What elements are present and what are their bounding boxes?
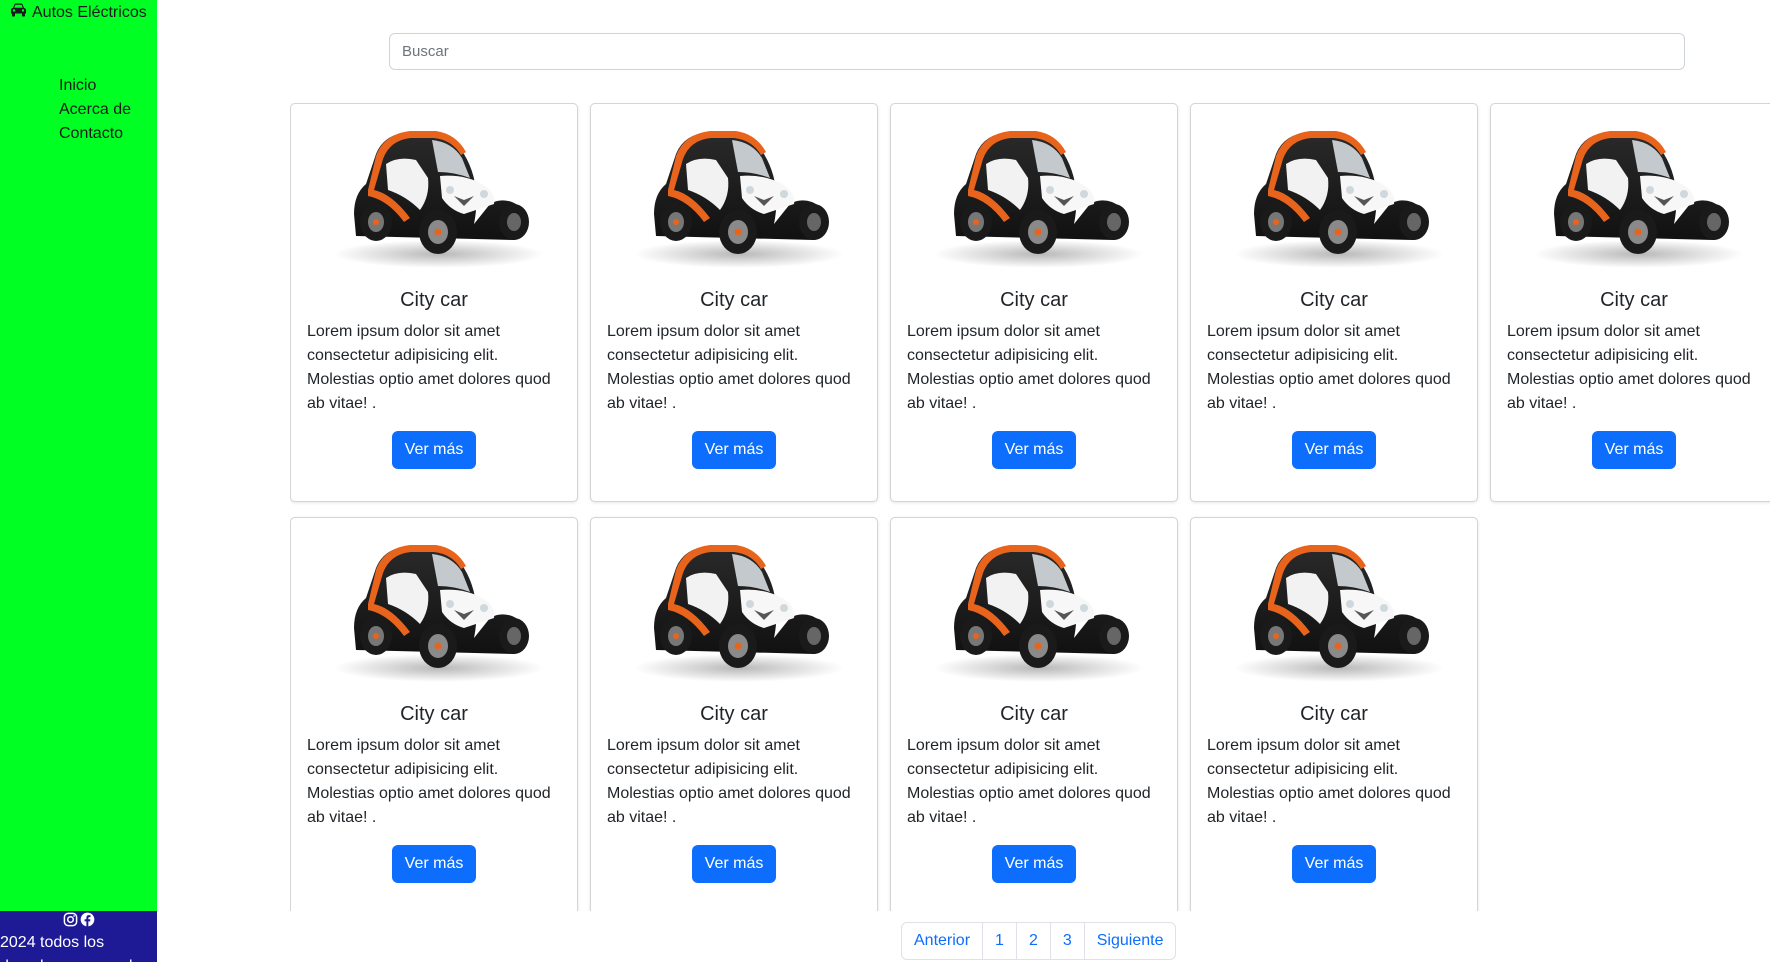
- ver-mas-button[interactable]: Ver más: [1591, 431, 1677, 469]
- card-title: City car: [1300, 703, 1368, 725]
- car-card: City car Lorem ipsum dolor sit amet cons…: [890, 103, 1178, 502]
- sidebar-nav: Inicio Acerca de Contacto: [59, 74, 131, 146]
- card-title: City car: [400, 289, 468, 311]
- ver-mas-button[interactable]: Ver más: [1291, 431, 1377, 469]
- car-card: City car Lorem ipsum dolor sit amet cons…: [1490, 103, 1770, 502]
- ver-mas-button[interactable]: Ver más: [391, 845, 477, 883]
- card-title: City car: [1000, 703, 1068, 725]
- ver-mas-button[interactable]: Ver más: [1291, 845, 1377, 883]
- card-text: Lorem ipsum dolor sit amet consectetur a…: [1207, 323, 1451, 412]
- pagination-page-2[interactable]: 2: [1015, 922, 1051, 960]
- ver-mas-button[interactable]: Ver más: [691, 845, 777, 883]
- car-image: [1234, 545, 1444, 682]
- card-text: Lorem ipsum dolor sit amet consectetur a…: [307, 737, 551, 826]
- pagination-prev[interactable]: Anterior: [901, 922, 984, 960]
- card-title: City car: [1600, 289, 1668, 311]
- brand-label: Autos Eléctricos: [32, 3, 147, 21]
- car-card-grid: City car Lorem ipsum dolor sit amet cons…: [290, 103, 1770, 911]
- pagination-next[interactable]: Siguiente: [1083, 922, 1177, 960]
- car-image: [634, 131, 844, 268]
- car-card: City car Lorem ipsum dolor sit amet cons…: [290, 517, 578, 911]
- car-image: [934, 545, 1144, 682]
- car-image: [1534, 131, 1744, 268]
- copyright-text: 2024 todos los derechos reservados: [0, 934, 149, 962]
- car-card: City car Lorem ipsum dolor sit amet cons…: [290, 103, 578, 502]
- car-card: City car Lorem ipsum dolor sit amet cons…: [1190, 517, 1478, 911]
- card-text: Lorem ipsum dolor sit amet consectetur a…: [907, 323, 1151, 412]
- card-text: Lorem ipsum dolor sit amet consectetur a…: [1507, 323, 1751, 412]
- card-text: Lorem ipsum dolor sit amet consectetur a…: [907, 737, 1151, 826]
- pagination-page-1[interactable]: 1: [982, 922, 1017, 960]
- search-input[interactable]: [389, 33, 1685, 70]
- car-card: City car Lorem ipsum dolor sit amet cons…: [890, 517, 1178, 911]
- instagram-icon[interactable]: [63, 912, 78, 932]
- card-title: City car: [1300, 289, 1368, 311]
- nav-item-contacto[interactable]: Contacto: [59, 122, 131, 146]
- ver-mas-button[interactable]: Ver más: [991, 845, 1077, 883]
- car-card: City car Lorem ipsum dolor sit amet cons…: [590, 103, 878, 502]
- car-card: City car Lorem ipsum dolor sit amet cons…: [1190, 103, 1478, 502]
- nav-item-inicio[interactable]: Inicio: [59, 74, 131, 98]
- card-title: City car: [1000, 289, 1068, 311]
- car-image: [934, 131, 1144, 268]
- car-image: [634, 545, 844, 682]
- card-title: City car: [400, 703, 468, 725]
- sidebar: Autos Eléctricos Inicio Acerca de Contac…: [0, 0, 157, 962]
- card-text: Lorem ipsum dolor sit amet consectetur a…: [607, 323, 851, 412]
- facebook-icon[interactable]: [80, 912, 95, 932]
- car-image: [334, 545, 544, 682]
- card-text: Lorem ipsum dolor sit amet consectetur a…: [607, 737, 851, 826]
- ver-mas-button[interactable]: Ver más: [691, 431, 777, 469]
- car-image: [1234, 131, 1444, 268]
- sidebar-footer: 2024 todos los derechos reservados: [0, 911, 157, 962]
- pagination-page-3[interactable]: 3: [1049, 922, 1085, 960]
- car-icon: [10, 3, 27, 22]
- card-title: City car: [700, 289, 768, 311]
- card-text: Lorem ipsum dolor sit amet consectetur a…: [307, 323, 551, 412]
- pagination: Anterior 1 2 3 Siguiente: [901, 922, 1177, 960]
- social-links: [0, 911, 157, 931]
- nav-item-acerca-de[interactable]: Acerca de: [59, 98, 131, 122]
- ver-mas-button[interactable]: Ver más: [991, 431, 1077, 469]
- car-card: City car Lorem ipsum dolor sit amet cons…: [590, 517, 878, 911]
- card-text: Lorem ipsum dolor sit amet consectetur a…: [1207, 737, 1451, 826]
- brand[interactable]: Autos Eléctricos: [10, 3, 147, 22]
- car-image: [334, 131, 544, 268]
- card-title: City car: [700, 703, 768, 725]
- ver-mas-button[interactable]: Ver más: [391, 431, 477, 469]
